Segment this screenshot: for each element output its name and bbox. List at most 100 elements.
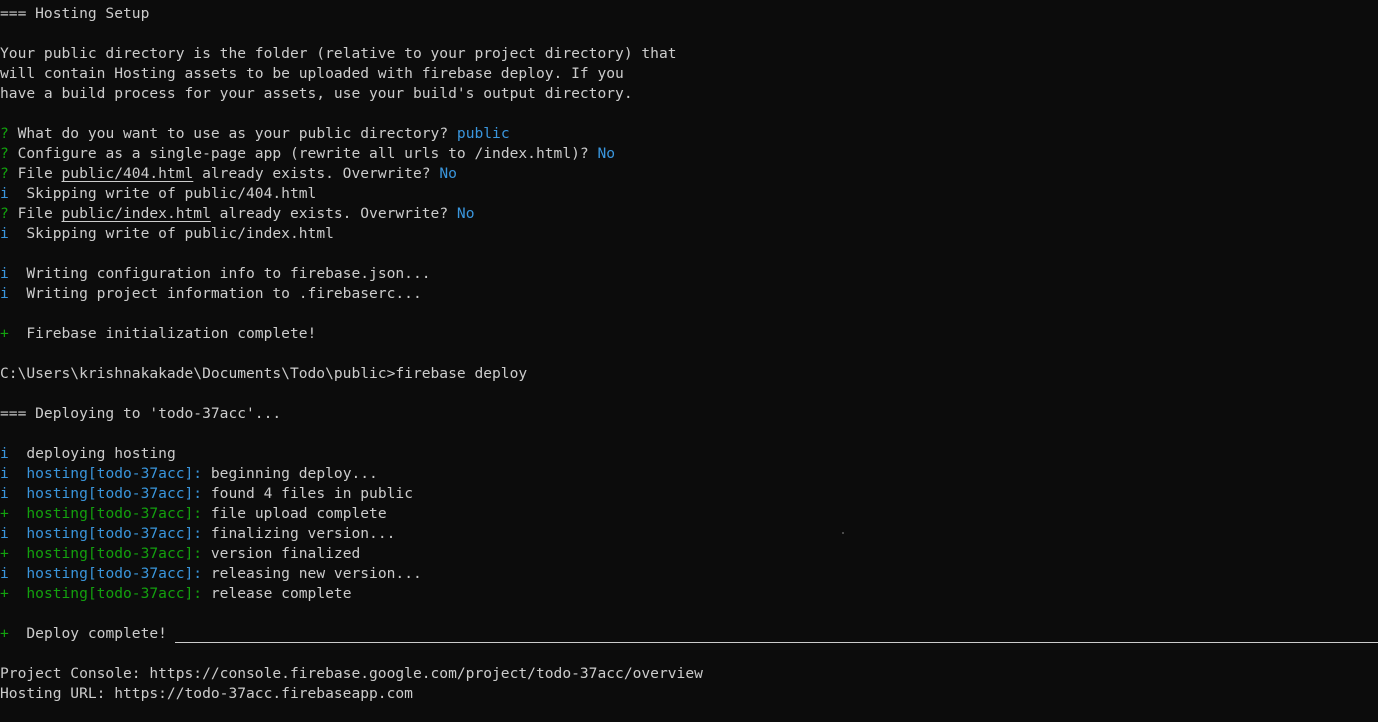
terminal-text-segment: Writing configuration info to firebase.j… bbox=[8, 265, 431, 282]
terminal-text-segment: i bbox=[0, 525, 9, 542]
terminal-line: i Skipping write of public/404.html bbox=[0, 184, 1378, 204]
terminal-line: + hosting[todo-37acc]: version finalized bbox=[0, 544, 1378, 564]
terminal-text-segment: i bbox=[0, 265, 9, 282]
terminal-line: i hosting[todo-37acc]: finalizing versio… bbox=[0, 524, 1378, 544]
terminal-text-segment: public/index.html bbox=[61, 205, 211, 222]
terminal-line: ? What do you want to use as your public… bbox=[0, 124, 1378, 144]
terminal-text-segment: ? bbox=[0, 145, 9, 162]
terminal-line: + Deploy complete! bbox=[0, 624, 1378, 644]
terminal-text-segment: Project Console: https://console.firebas… bbox=[0, 665, 703, 682]
terminal-text-segment: finalizing version... bbox=[202, 525, 396, 542]
terminal-text-segment: No bbox=[597, 145, 616, 162]
terminal-text-segment: C:\Users\krishnakakade\Documents\Todo\pu… bbox=[0, 365, 528, 382]
terminal-text-segment: hosting[todo-37acc]: bbox=[26, 525, 203, 542]
terminal-text-segment: hosting[todo-37acc]: bbox=[26, 545, 203, 562]
terminal-text-segment: have a build process for your assets, us… bbox=[0, 85, 633, 102]
terminal-text-segment: public/404.html bbox=[61, 165, 194, 182]
terminal-text-segment: release complete bbox=[202, 585, 352, 602]
terminal-text-segment: deploying hosting bbox=[8, 445, 176, 462]
terminal-line: Your public directory is the folder (rel… bbox=[0, 44, 1378, 64]
terminal-text-segment: releasing new version... bbox=[202, 565, 422, 582]
terminal-text-segment: Writing project information to .firebase… bbox=[8, 285, 422, 302]
terminal-line: i hosting[todo-37acc]: beginning deploy.… bbox=[0, 464, 1378, 484]
terminal-text-segment: File bbox=[8, 205, 62, 222]
terminal-line: Hosting URL: https://todo-37acc.firebase… bbox=[0, 684, 1378, 704]
terminal-text-segment: file upload complete bbox=[202, 505, 387, 522]
terminal-text-segment: === Hosting Setup bbox=[0, 5, 150, 22]
terminal-line: i Writing project information to .fireba… bbox=[0, 284, 1378, 304]
terminal-text-segment: already exists. Overwrite? bbox=[193, 165, 440, 182]
terminal-line: i Writing configuration info to firebase… bbox=[0, 264, 1378, 284]
terminal-text-segment: ? bbox=[0, 205, 9, 222]
terminal-line: + Firebase initialization complete! bbox=[0, 324, 1378, 344]
terminal-text-segment: hosting[todo-37acc]: bbox=[26, 585, 203, 602]
terminal-text-segment: hosting[todo-37acc]: bbox=[26, 565, 203, 582]
terminal-text-segment: === Deploying to 'todo-37acc'... bbox=[0, 405, 282, 422]
terminal-line: i deploying hosting bbox=[0, 444, 1378, 464]
terminal-text-segment: hosting[todo-37acc]: bbox=[26, 485, 203, 502]
terminal-text-segment: i bbox=[0, 565, 9, 582]
terminal-text-segment: Firebase initialization complete! bbox=[8, 325, 317, 342]
terminal-output: === Hosting Setup Your public directory i… bbox=[0, 4, 1378, 704]
terminal-text-segment: Skipping write of public/404.html bbox=[8, 185, 317, 202]
terminal-text-segment: Deploy complete! bbox=[8, 625, 167, 642]
terminal-text-segment: i bbox=[0, 485, 9, 502]
output-divider bbox=[175, 642, 1378, 643]
terminal-line: i hosting[todo-37acc]: found 4 files in … bbox=[0, 484, 1378, 504]
terminal-line: + hosting[todo-37acc]: release complete bbox=[0, 584, 1378, 604]
terminal-line: i hosting[todo-37acc]: releasing new ver… bbox=[0, 564, 1378, 584]
terminal-line: Project Console: https://console.firebas… bbox=[0, 664, 1378, 684]
terminal-text-segment: + bbox=[0, 325, 9, 342]
terminal-text-segment: already exists. Overwrite? bbox=[210, 205, 457, 222]
terminal-window[interactable]: === Hosting Setup Your public directory i… bbox=[0, 0, 1378, 722]
terminal-text-segment: i bbox=[0, 445, 9, 462]
terminal-line: === Deploying to 'todo-37acc'... bbox=[0, 404, 1378, 424]
terminal-line: i Skipping write of public/index.html bbox=[0, 224, 1378, 244]
terminal-text-segment: No bbox=[456, 205, 475, 222]
terminal-text-segment: + bbox=[0, 625, 9, 642]
terminal-line: + hosting[todo-37acc]: file upload compl… bbox=[0, 504, 1378, 524]
terminal-text-segment: + bbox=[0, 585, 9, 602]
terminal-text-segment: found 4 files in public bbox=[202, 485, 413, 502]
terminal-text-segment: + bbox=[0, 505, 9, 522]
terminal-text-segment: version finalized bbox=[202, 545, 361, 562]
terminal-text-segment: hosting[todo-37acc]: bbox=[26, 505, 203, 522]
terminal-line: ? File public/index.html already exists.… bbox=[0, 204, 1378, 224]
terminal-line: ? File public/404.html already exists. O… bbox=[0, 164, 1378, 184]
stray-pixel bbox=[842, 532, 844, 534]
terminal-text-segment: Hosting URL: https://todo-37acc.firebase… bbox=[0, 685, 413, 702]
terminal-text-segment: i bbox=[0, 225, 9, 242]
terminal-text-segment: File bbox=[8, 165, 62, 182]
terminal-line: C:\Users\krishnakakade\Documents\Todo\pu… bbox=[0, 364, 1378, 384]
terminal-text-segment: + bbox=[0, 545, 9, 562]
terminal-line: have a build process for your assets, us… bbox=[0, 84, 1378, 104]
terminal-text-segment: public bbox=[456, 125, 510, 142]
terminal-text-segment: ? bbox=[0, 165, 9, 182]
terminal-text-segment: Configure as a single-page app (rewrite … bbox=[8, 145, 598, 162]
terminal-text-segment: i bbox=[0, 285, 9, 302]
terminal-line: ? Configure as a single-page app (rewrit… bbox=[0, 144, 1378, 164]
terminal-text-segment: ? bbox=[0, 125, 9, 142]
terminal-text-segment: What do you want to use as your public d… bbox=[8, 125, 457, 142]
terminal-text-segment: Your public directory is the folder (rel… bbox=[0, 45, 677, 62]
terminal-text-segment: i bbox=[0, 465, 9, 482]
terminal-text-segment: Skipping write of public/index.html bbox=[8, 225, 334, 242]
terminal-text-segment: will contain Hosting assets to be upload… bbox=[0, 65, 624, 82]
terminal-text-segment: i bbox=[0, 185, 9, 202]
terminal-line: will contain Hosting assets to be upload… bbox=[0, 64, 1378, 84]
